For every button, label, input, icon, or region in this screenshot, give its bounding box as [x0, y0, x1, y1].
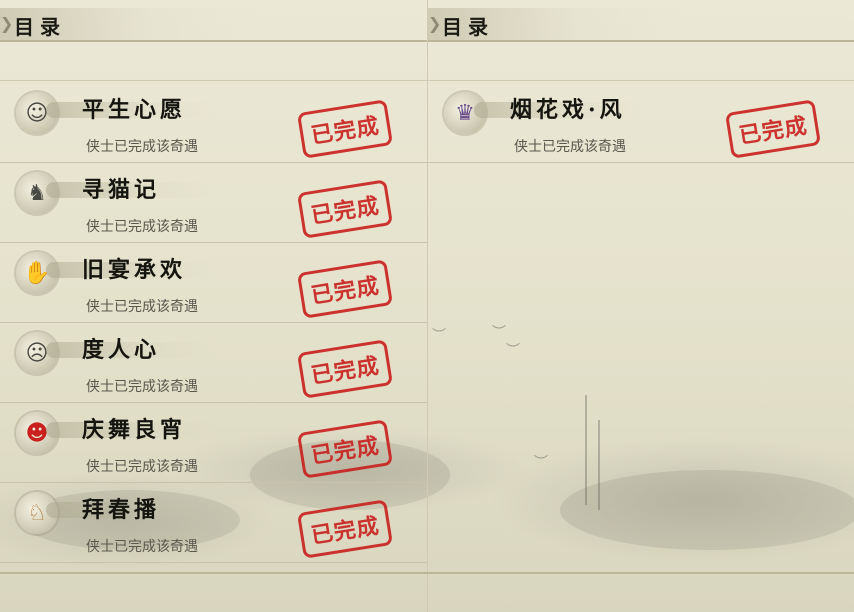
divider: [428, 80, 854, 81]
adventure-status: 侠士已完成该奇遇: [514, 139, 626, 155]
adventure-title: 平生心愿: [82, 97, 187, 123]
completed-seal: 已完成: [296, 419, 394, 479]
adventure-title: 度人心: [82, 337, 161, 363]
adventure-entry[interactable]: ✋ 旧宴承欢 侠士已完成该奇遇 已完成: [0, 242, 427, 323]
adventure-status: 侠士已完成该奇遇: [86, 299, 198, 315]
adventure-status: 侠士已完成该奇遇: [86, 379, 198, 395]
adventure-entry[interactable]: ☹ 度人心 侠士已完成该奇遇 已完成: [0, 322, 427, 403]
adventure-title: 寻猫记: [82, 177, 161, 203]
header-arrow-icon: ❯: [428, 14, 442, 33]
adventure-status: 侠士已完成该奇遇: [86, 139, 198, 155]
adventure-title: 旧宴承欢: [82, 257, 187, 283]
completed-seal: 已完成: [296, 259, 394, 319]
completed-seal: 已完成: [296, 339, 394, 399]
adventure-status: 侠士已完成该奇遇: [86, 219, 198, 235]
adventure-title: 烟花戏·风: [510, 97, 626, 123]
adventure-entry[interactable]: ♘ 拜春播 侠士已完成该奇遇 已完成: [0, 482, 427, 563]
adventure-entry[interactable]: ♛ 烟花戏·风 侠士已完成该奇遇 已完成: [428, 82, 854, 163]
divider: [0, 80, 427, 81]
adventure-entry[interactable]: ♞ 寻猫记 侠士已完成该奇遇 已完成: [0, 162, 427, 243]
page-header: ❯ 目录: [0, 8, 427, 42]
adventure-entry[interactable]: ☻ 庆舞良宵 侠士已完成该奇遇 已完成: [0, 402, 427, 483]
adventure-entry[interactable]: ☺ 平生心愿 侠士已完成该奇遇 已完成: [0, 82, 427, 163]
adventure-title: 拜春播: [82, 497, 161, 523]
page-header: ❯ 目录: [428, 8, 854, 42]
left-page: ❯ 目录 ☺ 平生心愿 侠士已完成该奇遇 已完成 ♞ 寻猫记 侠士已完成该奇遇 …: [0, 0, 427, 612]
adventure-title: 庆舞良宵: [82, 417, 187, 443]
completed-seal: 已完成: [296, 99, 394, 159]
page-title: 目录: [14, 15, 66, 39]
completed-seal: 已完成: [296, 179, 394, 239]
completed-seal: 已完成: [296, 499, 394, 559]
adventure-status: 侠士已完成该奇遇: [86, 539, 198, 555]
header-arrow-icon: ❯: [0, 14, 14, 33]
bottom-divider: [0, 572, 854, 574]
page-title: 目录: [442, 15, 494, 39]
completed-seal: 已完成: [724, 99, 822, 159]
adventure-status: 侠士已完成该奇遇: [86, 459, 198, 475]
right-page: ❯ 目录 ♛ 烟花戏·风 侠士已完成该奇遇 已完成: [427, 0, 854, 612]
